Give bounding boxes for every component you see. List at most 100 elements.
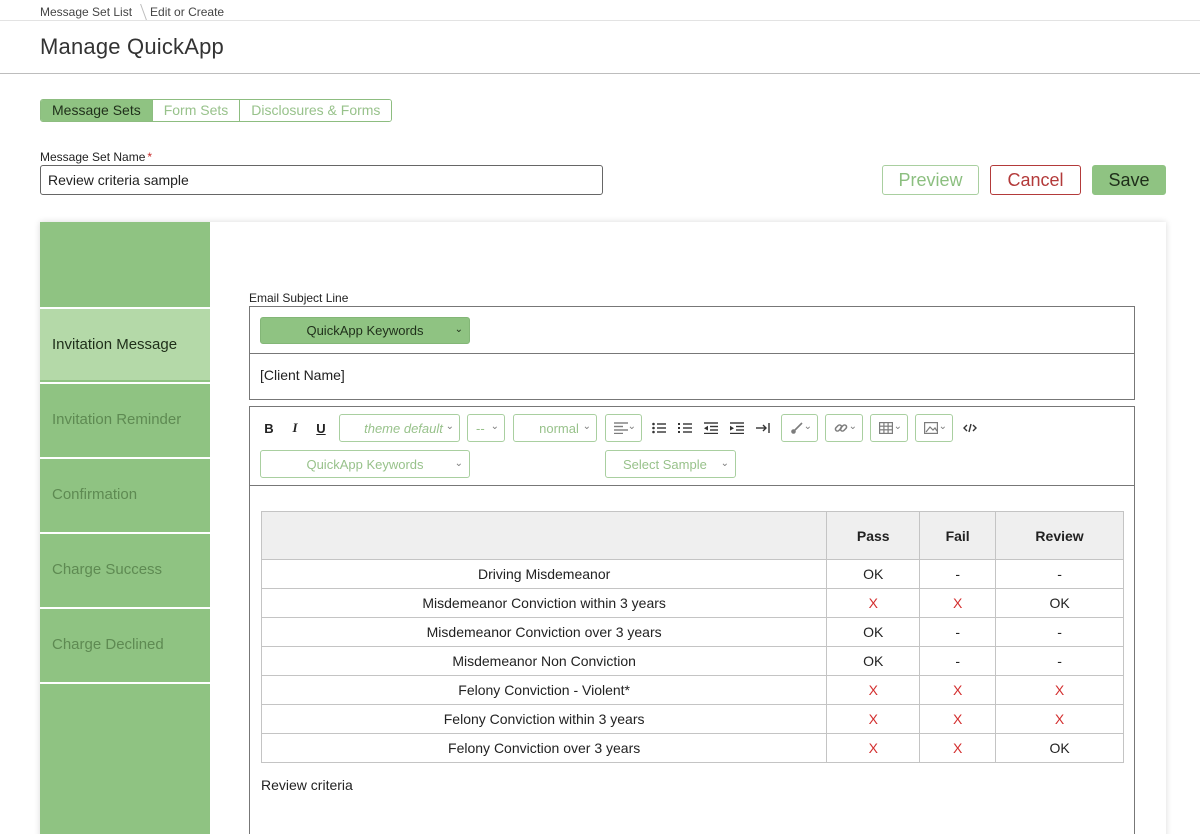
editor-keywords-dropdown[interactable]: QuickApp Keywords ⌄ — [260, 450, 470, 478]
table-icon — [879, 422, 893, 434]
font-family-value: theme default — [364, 420, 443, 436]
column-header-review: Review — [995, 511, 1124, 560]
column-header-label — [260, 511, 828, 560]
block-format-select[interactable]: normal ⌄ — [513, 414, 597, 442]
email-subject-input[interactable]: [Client Name] — [260, 367, 345, 383]
chevron-down-icon: ⌄ — [582, 421, 591, 432]
block-format-value: normal — [539, 420, 579, 436]
table-cell-pass: OK — [826, 646, 921, 676]
column-header-pass: Pass — [826, 511, 921, 560]
breadcrumb: Message Set List Edit or Create — [40, 4, 224, 20]
table-cell-fail: - — [919, 646, 997, 676]
header-divider — [0, 73, 1200, 74]
sidebar-item-label: Invitation Reminder — [52, 411, 182, 428]
tab-form-sets[interactable]: Form Sets — [151, 100, 240, 121]
sidebar-item-invitation-message[interactable]: Invitation Message — [40, 307, 210, 380]
editor-keywords-label: QuickApp Keywords — [306, 456, 424, 472]
chevron-down-icon: ⌄ — [454, 458, 463, 469]
table-cell-fail: X — [919, 588, 997, 618]
table-cell-review: - — [995, 559, 1124, 589]
select-sample-label: Select Sample — [623, 456, 707, 472]
chevron-down-icon: ⌄ — [848, 421, 857, 432]
table-row: Misdemeanor Non Conviction OK - - — [260, 646, 1124, 676]
link-select[interactable]: ⌄ — [825, 414, 863, 442]
select-sample-dropdown[interactable]: Select Sample ⌄ — [605, 450, 736, 478]
sidebar-item-label: Invitation Message — [52, 336, 178, 353]
paintbrush-icon — [791, 422, 803, 434]
table-row: Misdemeanor Conviction within 3 years X … — [260, 588, 1124, 618]
table-cell-pass: X — [826, 588, 921, 618]
underline-button[interactable]: U — [314, 419, 328, 437]
table-cell-fail: X — [919, 704, 997, 734]
font-family-select[interactable]: theme default ⌄ — [339, 414, 460, 442]
image-select[interactable]: ⌄ — [915, 414, 953, 442]
table-cell-fail: - — [919, 559, 997, 589]
sidebar-item-label: Charge Declined — [52, 636, 164, 653]
save-button[interactable]: Save — [1092, 165, 1166, 195]
table-cell-fail: X — [919, 675, 997, 705]
table-cell-pass: X — [826, 704, 921, 734]
bold-button[interactable]: B — [262, 419, 276, 437]
table-row: Felony Conviction over 3 years X X OK — [260, 733, 1124, 763]
chevron-down-icon: ⌄ — [454, 324, 463, 335]
message-set-name-label-text: Message Set Name — [40, 150, 146, 164]
table-cell-criterion: Misdemeanor Conviction over 3 years — [260, 617, 828, 647]
editor-body-text[interactable]: Review criteria — [261, 777, 353, 793]
chevron-down-icon: ⌄ — [445, 421, 454, 432]
table-cell-criterion: Driving Misdemeanor — [260, 559, 828, 589]
tab-indent-icon[interactable] — [755, 419, 771, 437]
table-row: Driving Misdemeanor OK - - — [260, 559, 1124, 589]
subject-keywords-label: QuickApp Keywords — [306, 323, 424, 338]
numbered-list-icon[interactable] — [677, 419, 693, 437]
table-cell-criterion: Felony Conviction - Violent* — [260, 675, 828, 705]
indent-icon[interactable] — [729, 419, 745, 437]
color-select[interactable]: ⌄ — [781, 414, 818, 442]
font-size-select[interactable]: -- ⌄ — [467, 414, 505, 442]
chevron-down-icon: ⌄ — [490, 421, 499, 432]
sidebar-item-label: Confirmation — [52, 486, 138, 503]
sidebar-empty-slot — [40, 682, 210, 834]
italic-button[interactable]: I — [288, 419, 302, 437]
cancel-button[interactable]: Cancel — [990, 165, 1081, 195]
sidebar-item-confirmation[interactable]: Confirmation — [40, 457, 210, 530]
top-divider — [0, 20, 1200, 21]
font-size-value: -- — [476, 420, 485, 436]
subject-divider — [250, 353, 1134, 354]
breadcrumb-separator — [133, 4, 147, 20]
table-cell-review: OK — [995, 588, 1124, 618]
table-cell-pass: X — [826, 733, 921, 763]
message-set-name-label: Message Set Name * — [40, 150, 152, 164]
sidebar-item-label: Charge Success — [52, 561, 163, 578]
tab-disclosures-forms[interactable]: Disclosures & Forms — [239, 100, 392, 121]
tab-bar: Message Sets Form Sets Disclosures & For… — [40, 99, 393, 122]
table-cell-review: - — [995, 646, 1124, 676]
align-select[interactable]: ⌄ — [605, 414, 642, 442]
message-set-name-input[interactable] — [40, 165, 603, 195]
review-criteria-table: Pass Fail Review Driving Misdemeanor OK … — [260, 511, 1124, 763]
code-view-icon[interactable] — [962, 419, 978, 437]
table-cell-fail: X — [919, 733, 997, 763]
required-mark: * — [147, 150, 153, 164]
breadcrumb-link-message-set-list[interactable]: Message Set List — [40, 5, 132, 19]
chevron-down-icon: ⌄ — [720, 458, 729, 469]
table-cell-pass: OK — [826, 617, 921, 647]
message-sidebar: Invitation Message Invitation Reminder C… — [40, 222, 210, 834]
table-cell-pass: X — [826, 675, 921, 705]
subject-keywords-dropdown[interactable]: QuickApp Keywords ⌄ — [260, 317, 470, 344]
table-row: Felony Conviction - Violent* X X X — [260, 675, 1124, 705]
table-cell-criterion: Misdemeanor Conviction within 3 years — [260, 588, 828, 618]
table-cell-criterion: Felony Conviction within 3 years — [260, 704, 828, 734]
bullet-list-icon[interactable] — [651, 419, 667, 437]
sidebar-item-charge-success[interactable]: Charge Success — [40, 532, 210, 605]
outdent-icon[interactable] — [703, 419, 719, 437]
table-cell-review: OK — [995, 733, 1124, 763]
table-cell-review: X — [995, 675, 1124, 705]
table-cell-fail: - — [919, 617, 997, 647]
sidebar-item-charge-declined[interactable]: Charge Declined — [40, 607, 210, 680]
sidebar-item-invitation-reminder[interactable]: Invitation Reminder — [40, 382, 210, 455]
table-select[interactable]: ⌄ — [870, 414, 908, 442]
toolbar-divider — [250, 485, 1134, 486]
preview-button[interactable]: Preview — [882, 165, 979, 195]
table-header-row: Pass Fail Review — [260, 511, 1124, 560]
tab-message-sets[interactable]: Message Sets — [41, 100, 152, 121]
